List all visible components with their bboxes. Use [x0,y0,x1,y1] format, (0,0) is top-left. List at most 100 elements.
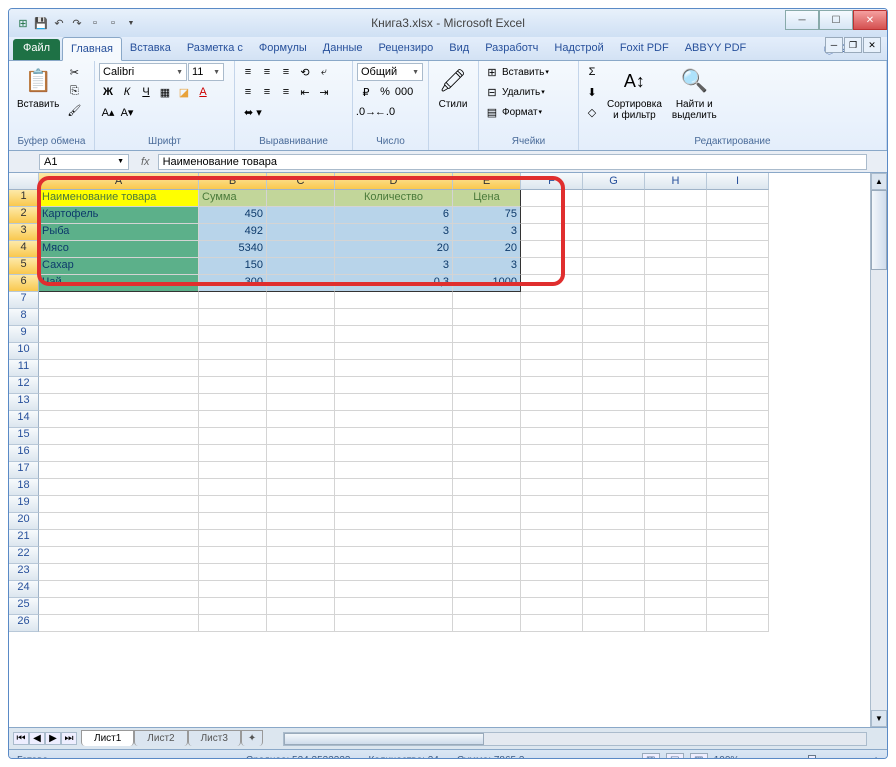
cell[interactable] [199,292,267,309]
cell[interactable] [583,326,645,343]
cell[interactable] [453,615,521,632]
copy-icon[interactable]: ⎘ [65,82,83,100]
cell[interactable]: Сахар [39,258,199,275]
scroll-down-icon[interactable]: ▼ [871,710,887,727]
cell[interactable] [39,530,199,547]
row-header[interactable]: 5 [9,258,39,275]
sheet-tab-3[interactable]: Лист3 [188,730,241,746]
cell[interactable] [521,207,583,224]
maximize-button[interactable]: ☐ [819,10,853,30]
cell[interactable] [39,326,199,343]
cell[interactable] [267,326,335,343]
cell[interactable] [267,581,335,598]
cell[interactable]: 0,3 [335,275,453,292]
cell[interactable] [39,394,199,411]
cell[interactable] [645,564,707,581]
cell[interactable] [645,428,707,445]
cell[interactable] [583,547,645,564]
cell[interactable] [199,377,267,394]
cell[interactable] [267,343,335,360]
row-header[interactable]: 7 [9,292,39,309]
cell[interactable] [707,445,769,462]
cell[interactable] [707,564,769,581]
cell[interactable] [335,411,453,428]
cell[interactable] [521,513,583,530]
cell[interactable] [267,394,335,411]
cell[interactable] [335,530,453,547]
zoom-in-button[interactable]: + [873,755,879,759]
name-box[interactable]: A1▼ [39,154,129,170]
cell[interactable] [335,326,453,343]
row-header[interactable]: 15 [9,428,39,445]
cell[interactable]: 3 [453,258,521,275]
cell[interactable] [583,513,645,530]
cell[interactable] [335,428,453,445]
cut-icon[interactable]: ✂ [65,63,83,81]
sort-filter-button[interactable]: A↕Сортировка и фильтр [603,63,666,123]
row-header[interactable]: 9 [9,326,39,343]
cell[interactable] [521,411,583,428]
insert-cells-button[interactable]: ⊞Вставить▾ [483,63,549,81]
cell[interactable] [645,394,707,411]
cell[interactable] [199,428,267,445]
cell[interactable] [645,615,707,632]
undo-icon[interactable]: ↶ [51,15,67,31]
cell[interactable] [583,479,645,496]
tab-formulas[interactable]: Формулы [251,37,315,60]
cell[interactable] [39,598,199,615]
cell[interactable] [645,411,707,428]
cell[interactable] [583,581,645,598]
cell[interactable] [39,343,199,360]
row-header[interactable]: 1 [9,190,39,207]
cell[interactable]: Рыба [39,224,199,241]
cell[interactable] [645,241,707,258]
row-header[interactable]: 25 [9,598,39,615]
font-size-combo[interactable]: 11▼ [188,63,224,81]
tab-layout[interactable]: Разметка с [179,37,251,60]
cell[interactable] [335,377,453,394]
cell[interactable] [707,326,769,343]
cell[interactable] [267,411,335,428]
cell[interactable] [583,343,645,360]
cell[interactable] [707,224,769,241]
cell[interactable] [335,581,453,598]
increase-indent-icon[interactable]: ⇥ [315,83,333,101]
tab-file[interactable]: Файл [13,39,60,60]
cell[interactable] [199,394,267,411]
cell[interactable] [267,445,335,462]
cell[interactable] [645,343,707,360]
doc-minimize-button[interactable]: ─ [825,37,843,53]
cell[interactable] [521,547,583,564]
cell[interactable] [521,581,583,598]
cell[interactable] [199,309,267,326]
cell[interactable] [453,428,521,445]
view-break-icon[interactable]: ▧ [690,753,708,760]
cell[interactable] [453,445,521,462]
number-format-combo[interactable]: Общий▼ [357,63,423,81]
border-button[interactable]: ▦ [156,83,174,101]
cell[interactable] [199,530,267,547]
align-left-icon[interactable]: ≡ [239,83,257,101]
cell[interactable] [583,360,645,377]
cell[interactable] [707,190,769,207]
cell[interactable] [267,462,335,479]
zoom-slider[interactable] [757,759,867,760]
cell[interactable] [39,564,199,581]
cell[interactable]: Цена [453,190,521,207]
redo-icon[interactable]: ↷ [69,15,85,31]
cell[interactable] [521,615,583,632]
cell[interactable] [583,190,645,207]
cell[interactable] [583,241,645,258]
cell[interactable] [453,513,521,530]
cell[interactable] [453,309,521,326]
cell[interactable] [335,615,453,632]
tab-review[interactable]: Рецензиро [371,37,442,60]
tab-view[interactable]: Вид [441,37,477,60]
cell[interactable] [707,530,769,547]
cell[interactable] [267,598,335,615]
cell[interactable] [521,190,583,207]
merge-button[interactable]: ⬌ ▾ [239,103,267,121]
cell[interactable] [707,275,769,292]
fx-icon[interactable]: fx [133,156,158,168]
font-color-button[interactable]: A [194,83,212,101]
